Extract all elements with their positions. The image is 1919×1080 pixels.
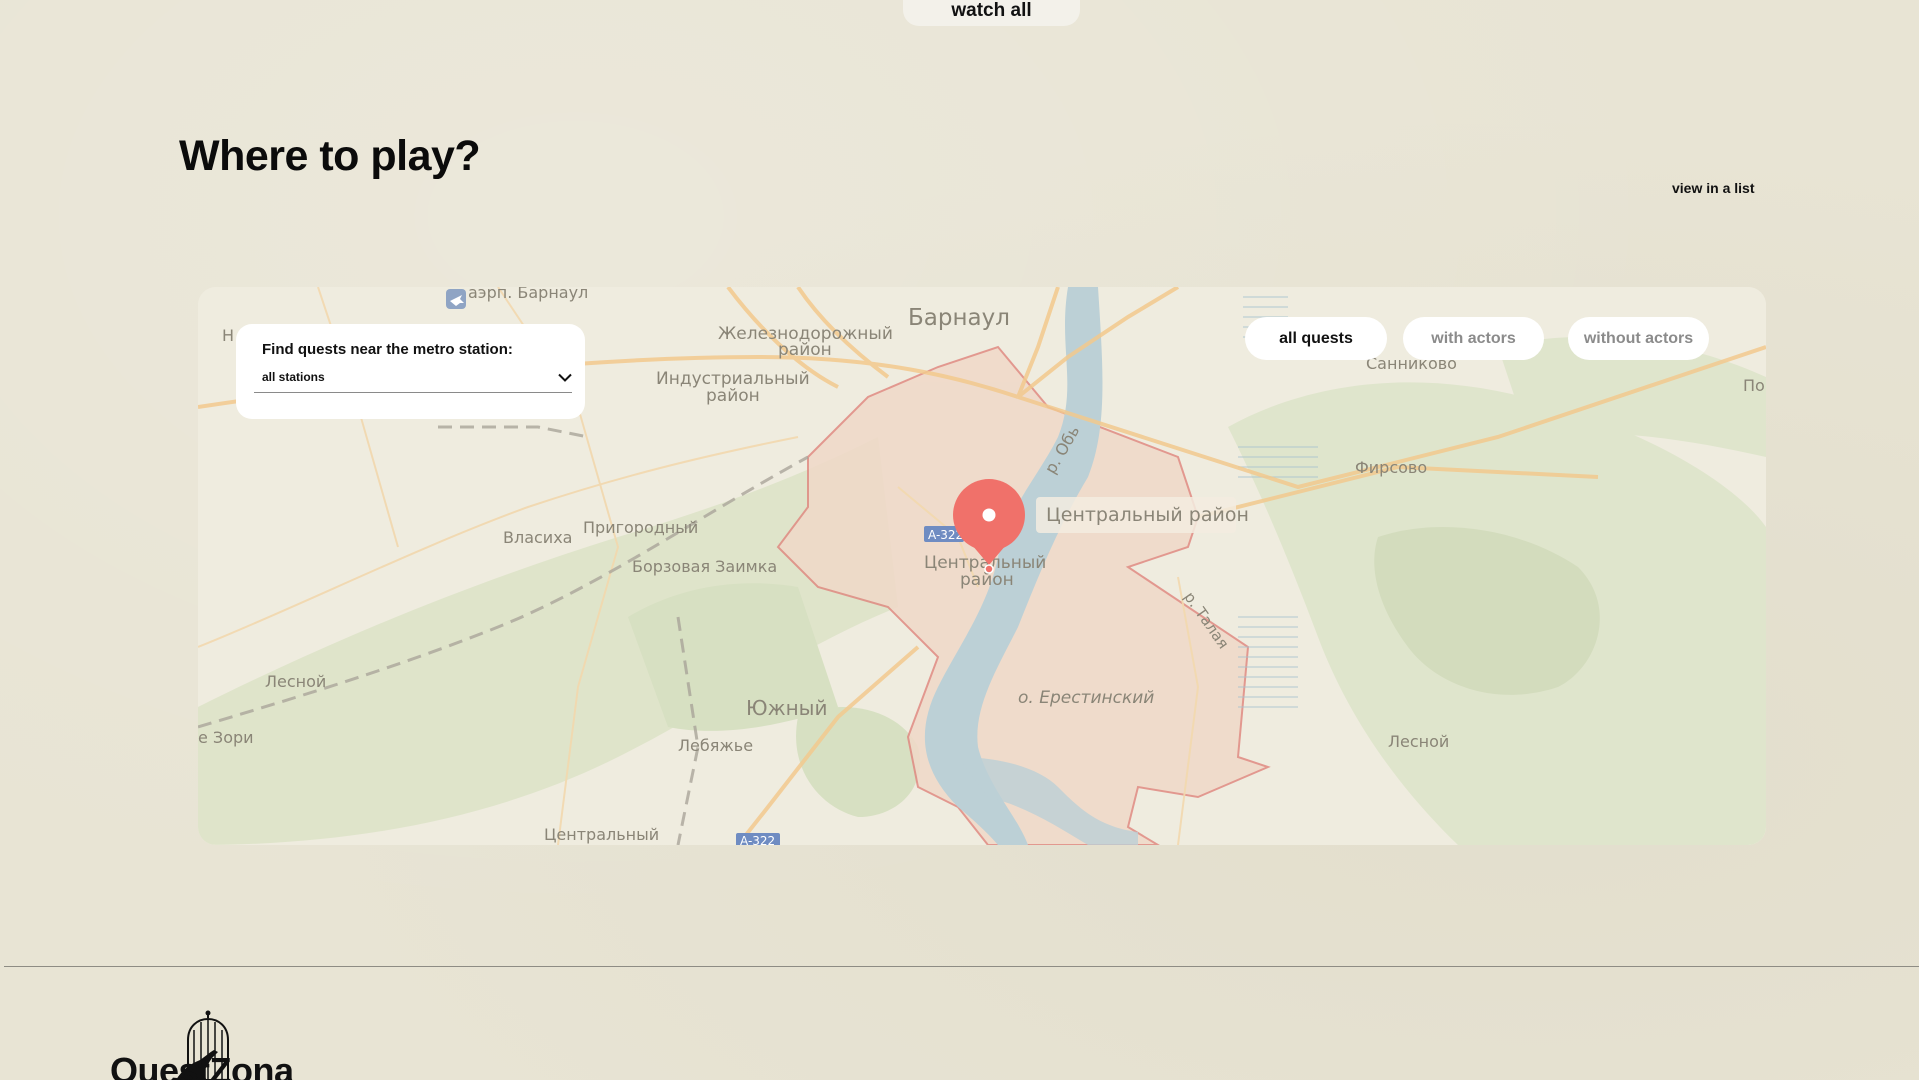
metro-station-label: Find quests near the metro station: (262, 341, 513, 358)
metro-station-filter: Find quests near the metro station: all … (236, 324, 585, 419)
watch-all-button[interactable]: watch all (903, 0, 1080, 26)
airport-icon (446, 289, 466, 309)
map-label-lesnoy-east: Лесной (1388, 732, 1449, 751)
map-label-prigorodny: Пригородный (583, 518, 698, 537)
map-label-lebyazhye: Лебяжье (678, 736, 753, 755)
map-label-borzovaya: Борзовая Заимка (632, 557, 777, 576)
map-label-lesnoy-west: Лесной (265, 672, 326, 691)
map-label-industrialny-2: район (706, 386, 760, 406)
svg-text:A-322: A-322 (740, 834, 775, 845)
marker-label: Центральный район (1046, 504, 1249, 526)
filter-all-quests-button[interactable]: all quests (1245, 317, 1387, 360)
map-label-yuzhny: Южный (746, 696, 827, 720)
filter-without-actors-button[interactable]: without actors (1568, 317, 1709, 360)
map-label-zori: е Зори (198, 728, 254, 747)
map-label-h: Н (222, 326, 234, 345)
map-label-vlasikha: Власиха (503, 528, 572, 547)
map-label-tsentralny-south: Центральный (544, 825, 659, 844)
map-label-firsovo: Фирсово (1355, 458, 1427, 477)
brand-name: QuestZona (110, 1050, 294, 1080)
map-label-zheleznodorozhny-2: район (778, 340, 832, 360)
map-label-erestinsky: о. Ерестинский (1018, 688, 1154, 708)
view-in-list-link[interactable]: view in a list (1672, 180, 1754, 196)
footer-divider (4, 966, 1919, 967)
map-label-airport: аэрп. Барнаул (468, 287, 588, 302)
page-title: Where to play? (179, 132, 481, 180)
filter-with-actors-button[interactable]: with actors (1403, 317, 1544, 360)
map-label-po: По (1743, 376, 1765, 395)
metro-station-select[interactable]: all stations (254, 370, 572, 393)
chevron-down-icon (558, 373, 572, 382)
road-shield-south: A-322 (736, 833, 780, 845)
metro-station-value: all stations (262, 370, 325, 384)
map-label-city: Барнаул (908, 305, 1010, 331)
